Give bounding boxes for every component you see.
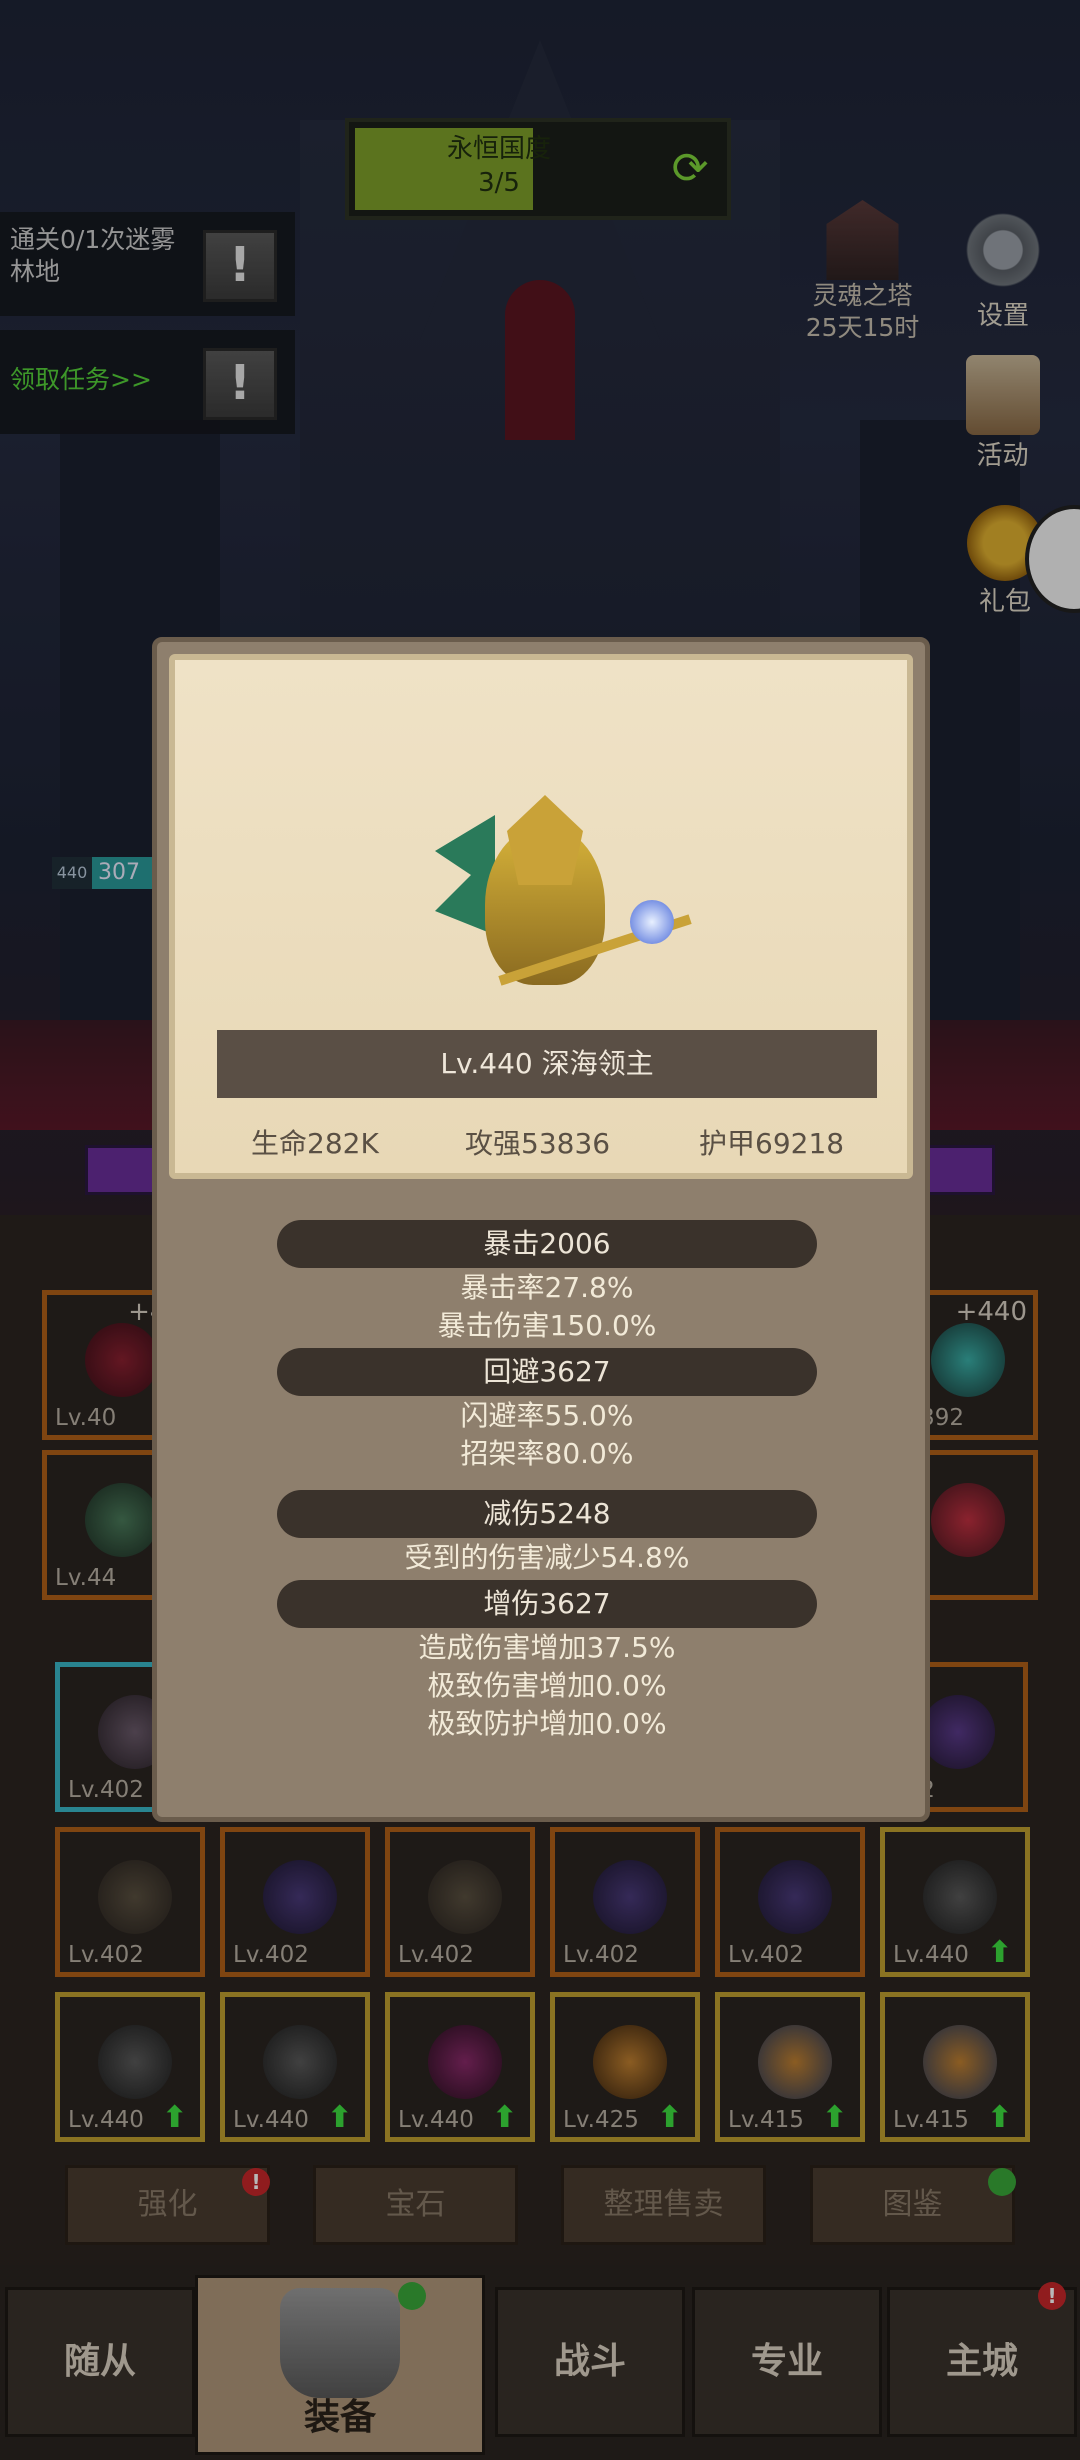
crit-rate: 暴击率27.8% (460, 1271, 634, 1304)
boss-staff-orb (630, 900, 674, 944)
extreme-damage-increase: 极致伤害增加0.0% (427, 1669, 667, 1702)
damage-dealt-increase: 造成伤害增加37.5% (418, 1631, 676, 1664)
evasion-header: 回避3627 (277, 1348, 817, 1396)
boss-helmet (507, 795, 583, 885)
damage-reduction-header: 减伤5248 (277, 1490, 817, 1538)
parry-rate: 招架率80.0% (460, 1437, 634, 1470)
damage-boost-header: 增伤3627 (277, 1580, 817, 1628)
boss-hp: 生命282K (251, 1127, 379, 1160)
boss-attack: 攻强53836 (465, 1127, 611, 1160)
damage-taken-reduction: 受到的伤害减少54.8% (404, 1541, 690, 1574)
boss-portrait (415, 795, 692, 1025)
boss-armor: 护甲69218 (699, 1127, 845, 1160)
boss-card: Lv.440 深海领主 生命282K 攻强53836 护甲69218 (169, 654, 913, 1179)
crit-damage: 暴击伤害150.0% (437, 1309, 657, 1342)
crit-header: 暴击2006 (277, 1220, 817, 1268)
boss-info-modal: Lv.440 深海领主 生命282K 攻强53836 护甲69218 暴击200… (152, 637, 930, 1822)
extreme-defense-increase: 极致防护增加0.0% (427, 1707, 667, 1740)
boss-name: Lv.440 深海领主 (217, 1030, 877, 1098)
dodge-rate: 闪避率55.0% (460, 1399, 634, 1432)
